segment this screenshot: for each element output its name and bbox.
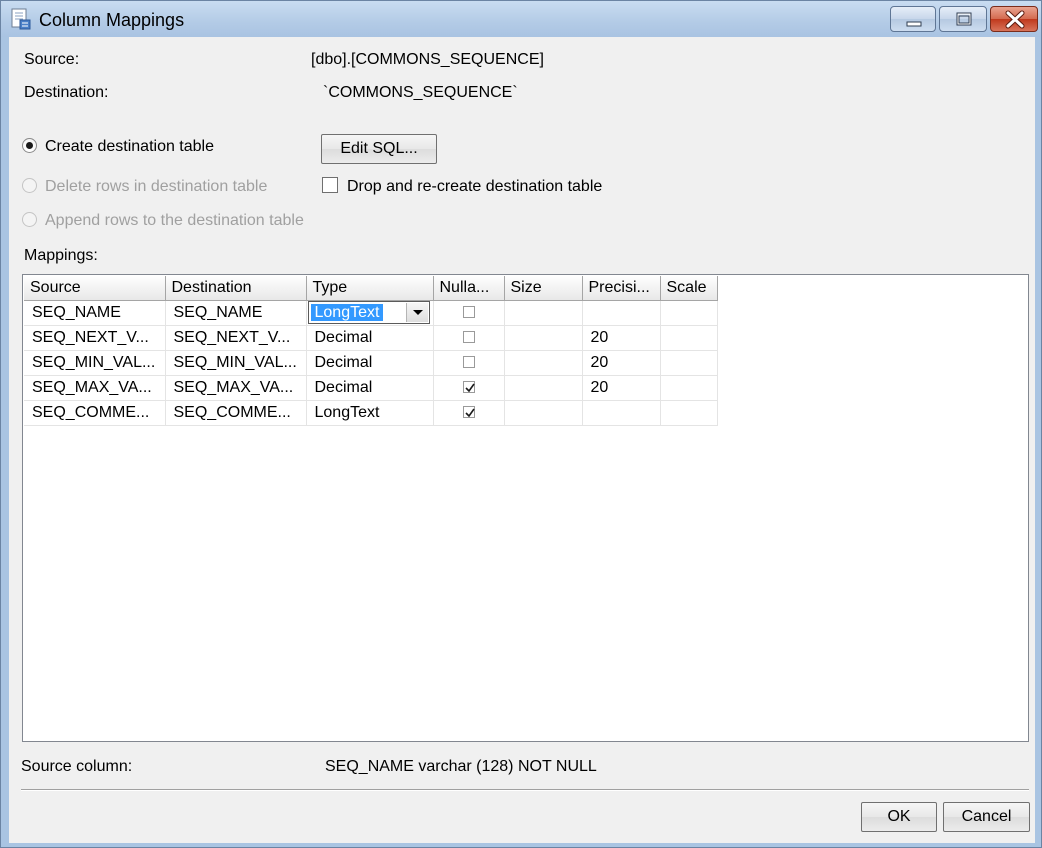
type-cell[interactable]: Decimal	[306, 325, 434, 351]
source-cell[interactable]: SEQ_NEXT_V...	[24, 325, 166, 351]
type-cell[interactable]: Decimal	[306, 350, 434, 376]
drop-recreate-checkbox[interactable]	[322, 177, 338, 193]
source-column-label: Source column:	[21, 758, 133, 775]
nullable-cell[interactable]	[433, 350, 505, 376]
delete-rows-radio[interactable]	[22, 178, 37, 193]
table-row[interactable]: SEQ_NAME SEQ_NAME LongText	[24, 300, 718, 326]
append-rows-radio[interactable]	[22, 212, 37, 227]
append-rows-label[interactable]: Append rows to the destination table	[45, 212, 304, 230]
cancel-button[interactable]: Cancel	[943, 802, 1030, 832]
check-mark-icon	[464, 408, 475, 418]
column-header-source[interactable]: Source	[24, 276, 166, 301]
column-header-size[interactable]: Size	[504, 276, 583, 301]
maximize-button[interactable]	[939, 6, 987, 32]
destination-cell[interactable]: SEQ_NAME	[165, 300, 307, 326]
radio-selected-dot	[26, 142, 33, 149]
type-cell[interactable]: Decimal	[306, 375, 434, 401]
ok-button[interactable]: OK	[861, 802, 937, 832]
precision-cell[interactable]: 20	[582, 350, 661, 376]
dialog-icon	[11, 8, 31, 30]
scale-cell[interactable]	[660, 400, 718, 426]
source-label: Source:	[24, 51, 80, 68]
scale-cell[interactable]	[660, 300, 718, 326]
close-icon	[1005, 10, 1025, 29]
column-mappings-window: Column Mappings Source: [dbo].[COMMONS_S…	[0, 0, 1042, 848]
grid-body: SEQ_NAME SEQ_NAME LongText SEQ_NEXT_V... SEQ…	[24, 300, 718, 426]
minimize-icon	[906, 21, 922, 27]
column-header-scale[interactable]: Scale	[660, 276, 718, 301]
column-header-precision[interactable]: Precisi...	[582, 276, 661, 301]
type-cell[interactable]: LongText	[306, 300, 434, 326]
scale-cell[interactable]	[660, 375, 718, 401]
precision-cell[interactable]	[582, 400, 661, 426]
size-cell[interactable]	[504, 400, 583, 426]
nullable-checkbox[interactable]	[462, 381, 475, 394]
destination-value: `COMMONS_SEQUENCE`	[323, 84, 518, 101]
nullable-cell[interactable]	[433, 375, 505, 401]
source-cell[interactable]: SEQ_MIN_VAL...	[24, 350, 166, 376]
destination-cell[interactable]: SEQ_NEXT_V...	[165, 325, 307, 351]
source-cell[interactable]: SEQ_MAX_VA...	[24, 375, 166, 401]
size-cell[interactable]	[504, 325, 583, 351]
source-value: [dbo].[COMMONS_SEQUENCE]	[311, 51, 544, 68]
scale-cell[interactable]	[660, 325, 718, 351]
create-table-radio[interactable]	[22, 138, 37, 153]
maximize-icon	[956, 12, 972, 26]
nullable-cell[interactable]	[433, 400, 505, 426]
source-cell[interactable]: SEQ_COMME...	[24, 400, 166, 426]
drop-recreate-label[interactable]: Drop and re-create destination table	[347, 178, 602, 196]
destination-cell[interactable]: SEQ_MIN_VAL...	[165, 350, 307, 376]
window-title: Column Mappings	[39, 10, 185, 30]
check-mark-icon	[464, 383, 475, 393]
size-cell[interactable]	[504, 375, 583, 401]
footer-separator	[21, 789, 1029, 791]
nullable-cell[interactable]	[433, 300, 505, 326]
column-header-type[interactable]: Type	[306, 276, 434, 301]
column-header-destination[interactable]: Destination	[165, 276, 307, 301]
title-bar[interactable]: Column Mappings	[1, 1, 1041, 37]
destination-cell[interactable]: SEQ_COMME...	[165, 400, 307, 426]
table-row[interactable]: SEQ_COMME... SEQ_COMME... LongText	[24, 400, 718, 426]
table-row[interactable]: SEQ_MAX_VA... SEQ_MAX_VA... Decimal 20	[24, 375, 718, 401]
chevron-down-icon	[412, 310, 423, 315]
precision-cell[interactable]: 20	[582, 375, 661, 401]
type-cell[interactable]: LongText	[306, 400, 434, 426]
grid-header-row: Source Destination Type Nulla... Size Pr…	[24, 276, 718, 301]
destination-cell[interactable]: SEQ_MAX_VA...	[165, 375, 307, 401]
nullable-checkbox[interactable]	[462, 306, 475, 319]
create-table-label[interactable]: Create destination table	[45, 138, 214, 156]
mappings-label: Mappings:	[24, 247, 98, 264]
dialog-client-area: Source: [dbo].[COMMONS_SEQUENCE] Destina…	[9, 37, 1035, 843]
precision-cell[interactable]	[582, 300, 661, 326]
mappings-grid[interactable]: Source Destination Type Nulla... Size Pr…	[22, 274, 1029, 742]
mappings-table: Source Destination Type Nulla... Size Pr…	[24, 276, 718, 426]
nullable-checkbox[interactable]	[462, 406, 475, 419]
type-dropdown-value: LongText	[310, 304, 384, 321]
column-header-nullable[interactable]: Nulla...	[433, 276, 505, 301]
table-row[interactable]: SEQ_NEXT_V... SEQ_NEXT_V... Decimal 20	[24, 325, 718, 351]
scale-cell[interactable]	[660, 350, 718, 376]
nullable-checkbox[interactable]	[462, 331, 475, 344]
edit-sql-button[interactable]: Edit SQL...	[321, 134, 437, 164]
source-column-value: SEQ_NAME varchar (128) NOT NULL	[325, 758, 597, 775]
source-cell[interactable]: SEQ_NAME	[24, 300, 166, 326]
precision-cell[interactable]: 20	[582, 325, 661, 351]
destination-label: Destination:	[24, 84, 109, 101]
close-button[interactable]	[990, 6, 1038, 32]
delete-rows-label[interactable]: Delete rows in destination table	[45, 178, 267, 196]
table-row[interactable]: SEQ_MIN_VAL... SEQ_MIN_VAL... Decimal 20	[24, 350, 718, 376]
type-dropdown[interactable]: LongText	[307, 301, 430, 324]
nullable-cell[interactable]	[433, 325, 505, 351]
size-cell[interactable]	[504, 350, 583, 376]
dropdown-arrow-button[interactable]	[405, 303, 428, 322]
nullable-checkbox[interactable]	[462, 356, 475, 369]
minimize-button[interactable]	[890, 6, 936, 32]
size-cell[interactable]	[504, 300, 583, 326]
